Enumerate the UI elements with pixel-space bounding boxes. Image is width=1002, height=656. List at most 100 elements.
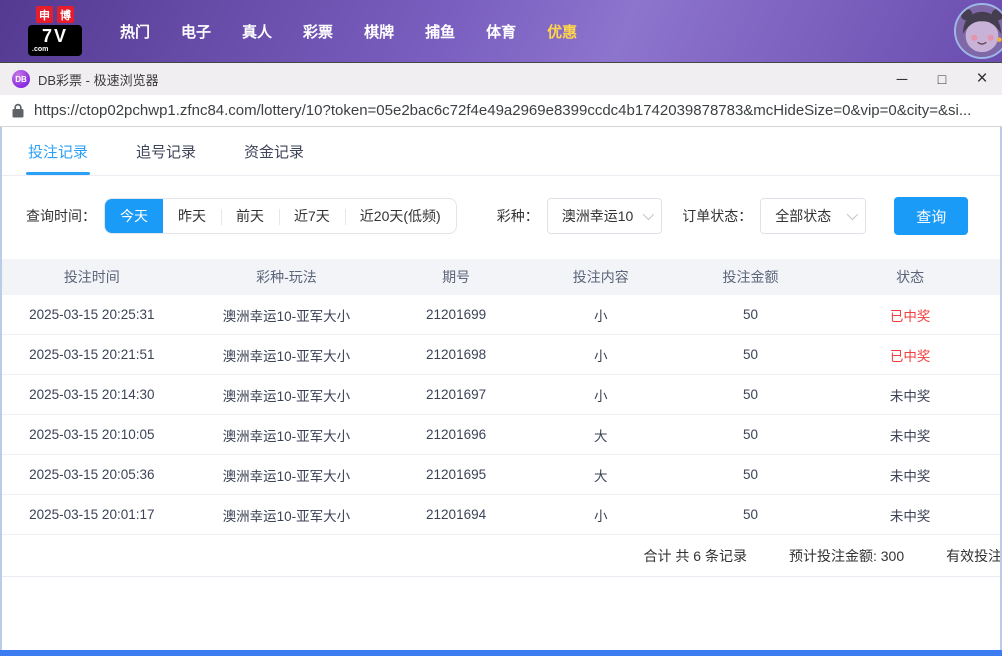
table-row: 2025-03-15 20:21:51 澳洲幸运10-亚军大小 21201698… <box>2 335 1000 375</box>
time-option-day-before[interactable]: 前天 <box>221 199 279 233</box>
bet-time: 2025-03-15 20:10:05 <box>2 427 182 442</box>
bet-amount: 50 <box>681 427 821 442</box>
tab-bet-records[interactable]: 投注记录 <box>26 127 90 175</box>
time-filter-label: 查询时间： <box>26 206 96 226</box>
status-badge: 未中奖 <box>820 385 1000 405</box>
nav-item-fishing[interactable]: 捕鱼 <box>425 21 455 42</box>
chevron-down-icon <box>643 209 654 220</box>
bet-amount: 50 <box>681 307 821 322</box>
close-icon[interactable]: × <box>962 63 1002 95</box>
status-badge: 未中奖 <box>820 425 1000 445</box>
status-badge: 已中奖 <box>820 305 1000 325</box>
logo-tile-1: 申 <box>36 6 53 23</box>
col-bet-amount: 投注金额 <box>681 267 821 287</box>
lottery-filter-label: 彩种： <box>497 206 539 226</box>
lottery-select-value: 澳洲幸运10 <box>562 206 634 226</box>
nav-item-hot[interactable]: 热门 <box>120 21 150 42</box>
tab-fund-records[interactable]: 资金记录 <box>242 127 306 175</box>
bet-amount: 50 <box>681 507 821 522</box>
game-play: 澳洲幸运10-亚军大小 <box>182 465 392 485</box>
table-header: 投注时间 彩种-玩法 期号 投注内容 投注金额 状态 <box>2 259 1000 295</box>
table-summary: 合计 共 6 条记录 预计投注金额: 300 有效投注金额: <box>2 535 1000 577</box>
bet-amount: 50 <box>681 467 821 482</box>
summary-valid-amount: 有效投注金额: <box>946 546 1000 566</box>
bet-time: 2025-03-15 20:14:30 <box>2 387 182 402</box>
time-option-7days[interactable]: 近7天 <box>279 199 345 233</box>
bet-content: 小 <box>521 505 681 525</box>
bet-time: 2025-03-15 20:05:36 <box>2 467 182 482</box>
lock-icon <box>12 103 24 118</box>
col-issue: 期号 <box>391 267 521 287</box>
bet-time: 2025-03-15 20:01:17 <box>2 507 182 522</box>
avatar-illustration <box>956 5 1002 57</box>
issue-number: 21201699 <box>391 307 521 322</box>
table-row: 2025-03-15 20:14:30 澳洲幸运10-亚军大小 21201697… <box>2 375 1000 415</box>
chevron-down-icon <box>847 209 858 220</box>
status-badge: 未中奖 <box>820 505 1000 525</box>
nav-item-slots[interactable]: 电子 <box>181 21 211 42</box>
bet-content: 大 <box>521 465 681 485</box>
table-row: 2025-03-15 20:01:17 澳洲幸运10-亚军大小 21201694… <box>2 495 1000 535</box>
logo-tile-2: 博 <box>57 6 74 23</box>
bet-content: 大 <box>521 425 681 445</box>
issue-number: 21201698 <box>391 347 521 362</box>
col-bet-content: 投注内容 <box>521 267 681 287</box>
logo-name: 7V <box>31 27 79 45</box>
order-status-value: 全部状态 <box>775 206 831 226</box>
bottom-accent-bar <box>0 650 1002 656</box>
issue-number: 21201697 <box>391 387 521 402</box>
tab-chase-records[interactable]: 追号记录 <box>134 127 198 175</box>
issue-number: 21201694 <box>391 507 521 522</box>
bet-time: 2025-03-15 20:25:31 <box>2 307 182 322</box>
col-status: 状态 <box>820 267 1000 287</box>
logo-main: 7V .com <box>28 25 82 56</box>
search-button[interactable]: 查询 <box>894 197 968 235</box>
nav-item-lottery[interactable]: 彩票 <box>303 21 333 42</box>
maximize-icon[interactable]: □ <box>922 63 962 95</box>
status-badge: 未中奖 <box>820 465 1000 485</box>
time-filter-group: 今天 昨天 前天 近7天 近20天(低频) <box>104 198 457 234</box>
window-titlebar: DB DB彩票 - 极速浏览器 ─ □ × <box>0 62 1002 95</box>
logo-suffix: .com <box>31 46 79 53</box>
site-logo[interactable]: 申 博 7V .com <box>28 6 82 56</box>
time-option-yesterday[interactable]: 昨天 <box>163 199 221 233</box>
window-controls: ─ □ × <box>882 63 1002 95</box>
url-text[interactable]: https://ctop02pchwp1.zfnc84.com/lottery/… <box>34 102 971 119</box>
time-option-20days[interactable]: 近20天(低频) <box>345 199 456 233</box>
browser-address-bar: https://ctop02pchwp1.zfnc84.com/lottery/… <box>0 95 1002 127</box>
table-row: 2025-03-15 20:10:05 澳洲幸运10-亚军大小 21201696… <box>2 415 1000 455</box>
nav-item-live[interactable]: 真人 <box>242 21 272 42</box>
bet-content: 小 <box>521 305 681 325</box>
game-play: 澳洲幸运10-亚军大小 <box>182 425 392 445</box>
bet-amount: 50 <box>681 387 821 402</box>
bet-content: 小 <box>521 345 681 365</box>
order-status-select[interactable]: 全部状态 <box>760 198 866 234</box>
bet-time: 2025-03-15 20:21:51 <box>2 347 182 362</box>
bet-amount: 50 <box>681 347 821 362</box>
issue-number: 21201695 <box>391 467 521 482</box>
main-nav: 热门 电子 真人 彩票 棋牌 捕鱼 体育 优惠 <box>120 21 577 42</box>
logo-brand-tiles: 申 博 <box>28 6 82 23</box>
time-option-today[interactable]: 今天 <box>105 199 163 233</box>
app-icon: DB <box>12 70 30 88</box>
nav-item-cards[interactable]: 棋牌 <box>364 21 394 42</box>
game-play: 澳洲幸运10-亚军大小 <box>182 505 392 525</box>
table-row: 2025-03-15 20:25:31 澳洲幸运10-亚军大小 21201699… <box>2 295 1000 335</box>
status-badge: 已中奖 <box>820 345 1000 365</box>
page-content: 投注记录 追号记录 资金记录 查询时间： 今天 昨天 前天 近7天 近20天(低… <box>0 127 1002 650</box>
user-avatar[interactable] <box>954 3 1002 59</box>
issue-number: 21201696 <box>391 427 521 442</box>
nav-item-promo[interactable]: 优惠 <box>547 21 577 42</box>
minimize-icon[interactable]: ─ <box>882 63 922 95</box>
summary-total-records: 合计 共 6 条记录 <box>644 546 747 566</box>
site-header: 申 博 7V .com 热门 电子 真人 彩票 棋牌 捕鱼 体育 优惠 <box>0 0 1002 62</box>
lottery-select[interactable]: 澳洲幸运10 <box>547 198 663 234</box>
nav-item-sports[interactable]: 体育 <box>486 21 516 42</box>
summary-expected-amount: 预计投注金额: 300 <box>789 546 904 566</box>
col-game-play: 彩种-玩法 <box>182 267 392 287</box>
filter-bar: 查询时间： 今天 昨天 前天 近7天 近20天(低频) 彩种： 澳洲幸运10 订… <box>26 197 976 235</box>
window-title: DB彩票 - 极速浏览器 <box>38 70 159 89</box>
game-play: 澳洲幸运10-亚军大小 <box>182 345 392 365</box>
game-play: 澳洲幸运10-亚军大小 <box>182 305 392 325</box>
record-tabs: 投注记录 追号记录 资金记录 <box>2 127 1000 176</box>
